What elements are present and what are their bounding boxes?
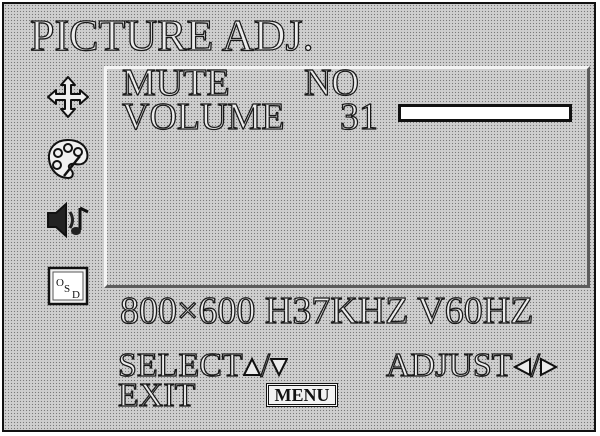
palette-icon[interactable] xyxy=(44,136,92,182)
svg-text:S: S xyxy=(64,283,70,295)
volume-slider[interactable] xyxy=(398,104,572,122)
osd-sidebar: O S D xyxy=(44,74,100,324)
adjust-separator: / xyxy=(530,347,541,384)
adjust-label: ADJUST xyxy=(385,347,513,384)
menu-button[interactable]: MENU xyxy=(266,383,338,407)
svg-text:O: O xyxy=(56,277,64,289)
left-arrow-icon xyxy=(512,357,531,377)
move-arrows-icon[interactable] xyxy=(44,74,92,120)
volume-value: 31 xyxy=(339,96,378,138)
osd-screen: PICTURE ADJ. O S D MUTE NO VOLUME 31 800… xyxy=(2,2,596,432)
adjust-hint: ADJUST / xyxy=(385,347,559,384)
page-title: PICTURE ADJ. xyxy=(29,11,314,60)
up-arrow-icon xyxy=(242,356,262,376)
svg-text:D: D xyxy=(72,289,80,301)
osd-icon[interactable]: O S D xyxy=(44,264,92,310)
right-arrow-icon xyxy=(540,357,559,377)
select-separator: / xyxy=(260,347,271,384)
down-arrow-icon xyxy=(269,358,289,378)
resolution-info: 800×600 H37KHZ V60HZ xyxy=(119,290,534,332)
exit-label: EXIT xyxy=(117,377,196,414)
volume-label: VOLUME xyxy=(121,96,285,138)
sound-icon[interactable] xyxy=(44,198,92,244)
